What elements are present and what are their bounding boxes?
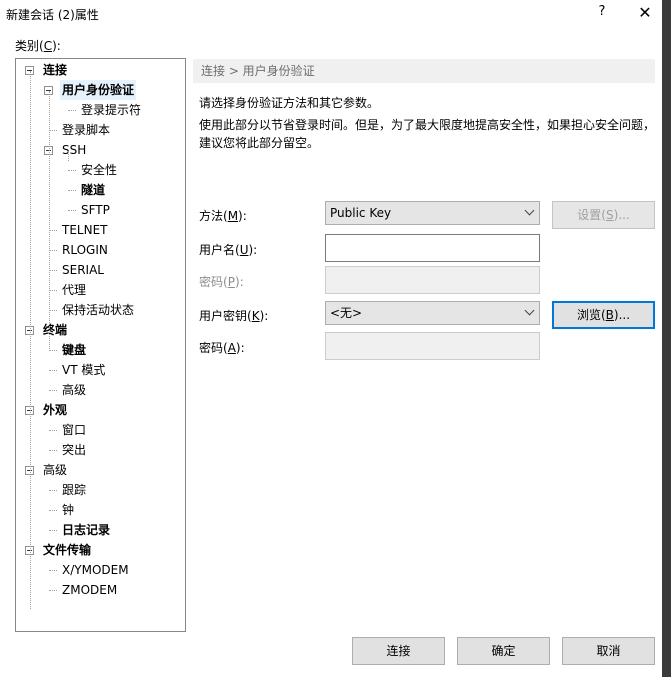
chevron-down-icon: [524, 205, 535, 216]
category-label: 类别(C):: [15, 39, 61, 53]
description-line-3: 建议您将此部分留空。: [199, 136, 320, 150]
tree-item[interactable]: 登录提示符: [79, 100, 143, 120]
tree-connector: [68, 190, 76, 191]
tree-connector: [49, 310, 57, 311]
tree-connector: [49, 570, 57, 571]
settings-button: 设置(S)...: [552, 201, 655, 229]
tree-connector: [49, 510, 57, 511]
description-line-1: 请选择身份验证方法和其它参数。: [199, 96, 380, 110]
chevron-down-icon: [524, 305, 535, 316]
connect-button[interactable]: 连接: [352, 637, 445, 665]
properties-dialog: 新建会话 (2)属性 ? ✕ 类别(C): 连接 用户身份验证 登录提示符 登录脚本 S…: [0, 0, 662, 677]
breadcrumb: 连接 > 用户身份验证: [193, 59, 655, 83]
user-key-select[interactable]: <无>: [325, 301, 540, 325]
tree-item[interactable]: 钟: [60, 500, 76, 520]
tree-connector: [49, 130, 57, 131]
tree-item[interactable]: ZMODEM: [60, 580, 119, 600]
password-label: 密码(P):: [199, 275, 244, 289]
tree-item[interactable]: RLOGIN: [60, 240, 110, 260]
tree-connector: [49, 270, 57, 271]
tree-item[interactable]: 键盘: [60, 340, 88, 360]
method-select[interactable]: Public Key: [325, 201, 540, 225]
tree-connector: [49, 450, 57, 451]
description-line-2: 使用此部分以节省登录时间。但是，为了最大限度地提高安全性，如果担心安全问题，: [199, 118, 656, 132]
tree-item[interactable]: TELNET: [60, 220, 110, 240]
tree-item[interactable]: VT 模式: [60, 360, 107, 380]
tree-connector: [68, 170, 76, 171]
username-label: 用户名(U):: [199, 243, 258, 257]
tree-connector: [68, 151, 69, 161]
tree-connector: [49, 370, 57, 371]
category-tree[interactable]: 连接 用户身份验证 登录提示符 登录脚本 SSH 安全性 隧道 SFTP TELNET RLOGI…: [15, 58, 186, 632]
tree-connector: [49, 390, 57, 391]
tree-item[interactable]: 跟踪: [60, 480, 88, 500]
tree-item[interactable]: 日志记录: [60, 520, 112, 540]
password-input: [325, 266, 540, 294]
tree-item[interactable]: 安全性: [79, 160, 119, 180]
tree-item[interactable]: 窗口: [60, 420, 88, 440]
tree-item[interactable]: 连接: [41, 60, 69, 80]
title-bar: 新建会话 (2)属性 ? ✕: [0, 0, 662, 28]
tree-connector: [49, 490, 57, 491]
close-icon[interactable]: ✕: [635, 3, 655, 23]
tree-connector: [49, 530, 57, 531]
tree-connector: [49, 290, 57, 291]
method-label: 方法(M):: [199, 209, 247, 223]
passphrase-input: [325, 332, 540, 360]
help-icon[interactable]: ?: [592, 4, 612, 24]
tree-item[interactable]: X/YMODEM: [60, 560, 131, 580]
tree-connector: [49, 91, 50, 351]
tree-item[interactable]: 外观: [41, 400, 69, 420]
tree-connector: [49, 350, 57, 351]
cancel-button[interactable]: 取消: [562, 637, 655, 665]
user-key-label: 用户密钥(K):: [199, 309, 269, 323]
tree-item[interactable]: SSH: [60, 140, 88, 160]
tree-item[interactable]: SERIAL: [60, 260, 106, 280]
username-input[interactable]: [325, 234, 540, 262]
tree-connector: [30, 71, 31, 609]
ok-button[interactable]: 确定: [457, 637, 550, 665]
tree-item[interactable]: 高级: [41, 460, 69, 480]
tree-item[interactable]: 隧道: [79, 180, 107, 200]
tree-item[interactable]: 代理: [60, 280, 88, 300]
tree-connector: [49, 430, 57, 431]
tree-item[interactable]: 高级: [60, 380, 88, 400]
tree-connector: [68, 110, 76, 111]
tree-connector: [49, 250, 57, 251]
window-title: 新建会话 (2)属性: [6, 8, 99, 22]
tree-item[interactable]: 文件传输: [41, 540, 93, 560]
tree-item[interactable]: SFTP: [79, 200, 112, 220]
tree-item[interactable]: 突出: [60, 440, 88, 460]
tree-item[interactable]: 用户身份验证: [60, 80, 137, 100]
tree-item[interactable]: 保持活动状态: [60, 300, 136, 320]
tree-item[interactable]: 终端: [41, 320, 69, 340]
passphrase-label: 密码(A):: [199, 341, 245, 355]
tree-connector: [68, 210, 76, 211]
tree-connector: [49, 230, 57, 231]
tree-item[interactable]: 登录脚本: [60, 120, 112, 140]
browse-button[interactable]: 浏览(B)...: [552, 301, 655, 329]
tree-connector: [49, 590, 57, 591]
